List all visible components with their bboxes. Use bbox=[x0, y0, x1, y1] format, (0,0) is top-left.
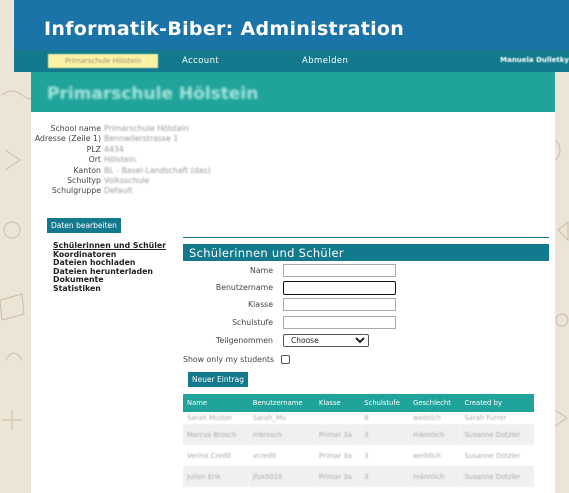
cell-username: vcredit bbox=[252, 451, 277, 460]
students-panel: Schülerinnen und Schüler Name Benutzerna… bbox=[183, 237, 549, 493]
filter-name: Name bbox=[183, 264, 463, 278]
info-value: BL - Basel-Landschaft (das) bbox=[104, 165, 211, 175]
participated-select[interactable]: Choose bbox=[283, 334, 369, 347]
username-input[interactable] bbox=[283, 281, 396, 295]
info-label: Ort bbox=[88, 155, 101, 165]
cell-created-by: Sarah Furrer bbox=[464, 414, 507, 422]
col-created-by[interactable]: Created by bbox=[460, 394, 534, 412]
user-name[interactable]: Manuela Dulletky bbox=[500, 56, 569, 64]
info-value: Bennwilerstrasse 1 bbox=[104, 134, 179, 144]
info-row-schultyp: Schultyp Volksschule bbox=[31, 176, 331, 186]
class-input[interactable] bbox=[283, 298, 396, 311]
cell-name: Marcus Brosch bbox=[183, 424, 249, 445]
cell-username: Sarah_Mu bbox=[252, 414, 287, 422]
cell-name: Sarah Muster bbox=[187, 414, 233, 422]
info-value: 4434 bbox=[104, 144, 124, 154]
table-row[interactable]: Sarah Muster Sarah_Mu 8 weiblich Sarah F… bbox=[183, 412, 534, 424]
app-title: Informatik-Biber: Administration bbox=[44, 18, 405, 40]
cell-class: Primar 3a bbox=[314, 466, 361, 487]
cell-username: mbrosch bbox=[248, 424, 315, 445]
col-gender[interactable]: Geschlecht bbox=[409, 394, 461, 412]
filter-class: Klasse bbox=[183, 298, 463, 312]
table-header-row: Name Benutzername Klasse Schulstufe Gesc… bbox=[183, 394, 534, 412]
table-row[interactable]: Verina Credit vcredit Primar 3a 3 weibli… bbox=[183, 445, 534, 466]
info-label: School name bbox=[50, 124, 101, 133]
cell-grade: 3 bbox=[364, 451, 369, 460]
students-heading: Schülerinnen und Schüler bbox=[183, 244, 549, 261]
only-mine-label: Show only my students bbox=[183, 355, 275, 364]
col-class[interactable]: Klasse bbox=[314, 394, 361, 412]
info-row-school-name: School name Primarschule Hölstein bbox=[31, 124, 331, 134]
info-label: Adresse (Zeile 1) bbox=[34, 134, 101, 144]
info-value: Volksschule bbox=[104, 175, 150, 185]
col-username[interactable]: Benutzername bbox=[248, 394, 315, 412]
school-chip[interactable]: Primarschule Hölstein bbox=[48, 54, 158, 68]
school-banner: Primarschule Hölstein bbox=[31, 72, 555, 112]
info-value: Hölstein bbox=[104, 155, 136, 165]
cell-class bbox=[315, 412, 360, 424]
cell-gender: weiblich bbox=[413, 414, 441, 422]
table-row[interactable]: Julien Erik jfox0010 Primar 3a 3 männlic… bbox=[183, 466, 534, 487]
school-info: School name Primarschule Hölstein Adress… bbox=[31, 124, 331, 197]
filter-participated: Teilgenommen Choose bbox=[183, 334, 463, 348]
col-grade[interactable]: Schulstufe bbox=[360, 394, 410, 412]
sidebar-item-statistics[interactable]: Statistiken bbox=[53, 284, 183, 294]
info-row-schulgruppe: Schulgruppe Default bbox=[31, 186, 331, 196]
cell-gender: weiblich bbox=[413, 451, 441, 460]
grade-input[interactable] bbox=[283, 316, 396, 329]
table-row[interactable]: Marcus Brosch mbrosch Primar 3a 3 männli… bbox=[183, 424, 534, 445]
students-table: Name Benutzername Klasse Schulstufe Gesc… bbox=[183, 394, 534, 487]
info-row-kanton: Kanton BL - Basel-Landschaft (das) bbox=[31, 166, 331, 176]
info-label: Schulgruppe bbox=[51, 186, 101, 196]
cell-grade: 3 bbox=[360, 424, 410, 445]
only-mine-checkbox[interactable] bbox=[281, 355, 290, 364]
cell-grade: 3 bbox=[360, 466, 410, 487]
info-value: Default bbox=[104, 186, 133, 196]
info-value: Primarschule Hölstein bbox=[104, 124, 190, 133]
nav-account[interactable]: Account bbox=[182, 56, 219, 66]
cell-class: Primar 3a bbox=[318, 451, 352, 460]
info-label: Schultyp bbox=[67, 175, 101, 185]
cell-created-by: Susanne Dotzler bbox=[460, 424, 534, 445]
filter-username-label: Benutzername bbox=[215, 283, 273, 292]
info-row-address: Adresse (Zeile 1) Bennwilerstrasse 1 bbox=[31, 134, 331, 144]
info-row-plz: PLZ 4434 bbox=[31, 145, 331, 155]
cell-gender: männlich bbox=[409, 466, 461, 487]
app-header: Informatik-Biber: Administration bbox=[14, 0, 569, 50]
cell-created-by: Susanne Dotzler bbox=[464, 451, 521, 460]
name-input[interactable] bbox=[283, 264, 396, 277]
filter-username: Benutzername bbox=[183, 281, 463, 295]
only-mine-row: Show only my students bbox=[183, 355, 290, 364]
info-row-ort: Ort Hölstein bbox=[31, 155, 331, 165]
banner-school-name: Primarschule Hölstein bbox=[47, 84, 259, 104]
filter-grade-label: Schulstufe bbox=[232, 318, 273, 327]
main-content: School name Primarschule Hölstein Adress… bbox=[31, 112, 555, 493]
cell-name: Verina Credit bbox=[187, 451, 232, 460]
filter-participated-label: Teilgenommen bbox=[216, 336, 273, 345]
new-entry-button[interactable]: Neuer Eintrag bbox=[188, 372, 249, 387]
cell-grade: 8 bbox=[364, 414, 369, 422]
cell-gender: männlich bbox=[409, 424, 461, 445]
cell-name: Julien Erik bbox=[183, 466, 249, 487]
cell-class: Primar 3a bbox=[314, 424, 361, 445]
info-label: Kanton bbox=[73, 165, 101, 175]
info-label: PLZ bbox=[86, 144, 101, 154]
cell-created-by: Susanne Dotzler bbox=[460, 466, 534, 487]
filter-class-label: Klasse bbox=[248, 300, 273, 309]
col-name[interactable]: Name bbox=[183, 394, 249, 412]
filter-name-label: Name bbox=[249, 266, 273, 275]
nav-logout[interactable]: Abmelden bbox=[302, 56, 348, 66]
edit-school-button[interactable]: Daten bearbeiten bbox=[47, 218, 121, 233]
sidebar: Schülerinnen und Schüler Koordinatoren D… bbox=[53, 241, 183, 294]
main-nav: Primarschule Hölstein Account Abmelden M… bbox=[14, 50, 569, 72]
cell-username: jfox0010 bbox=[248, 466, 315, 487]
filter-grade: Schulstufe bbox=[183, 316, 463, 330]
